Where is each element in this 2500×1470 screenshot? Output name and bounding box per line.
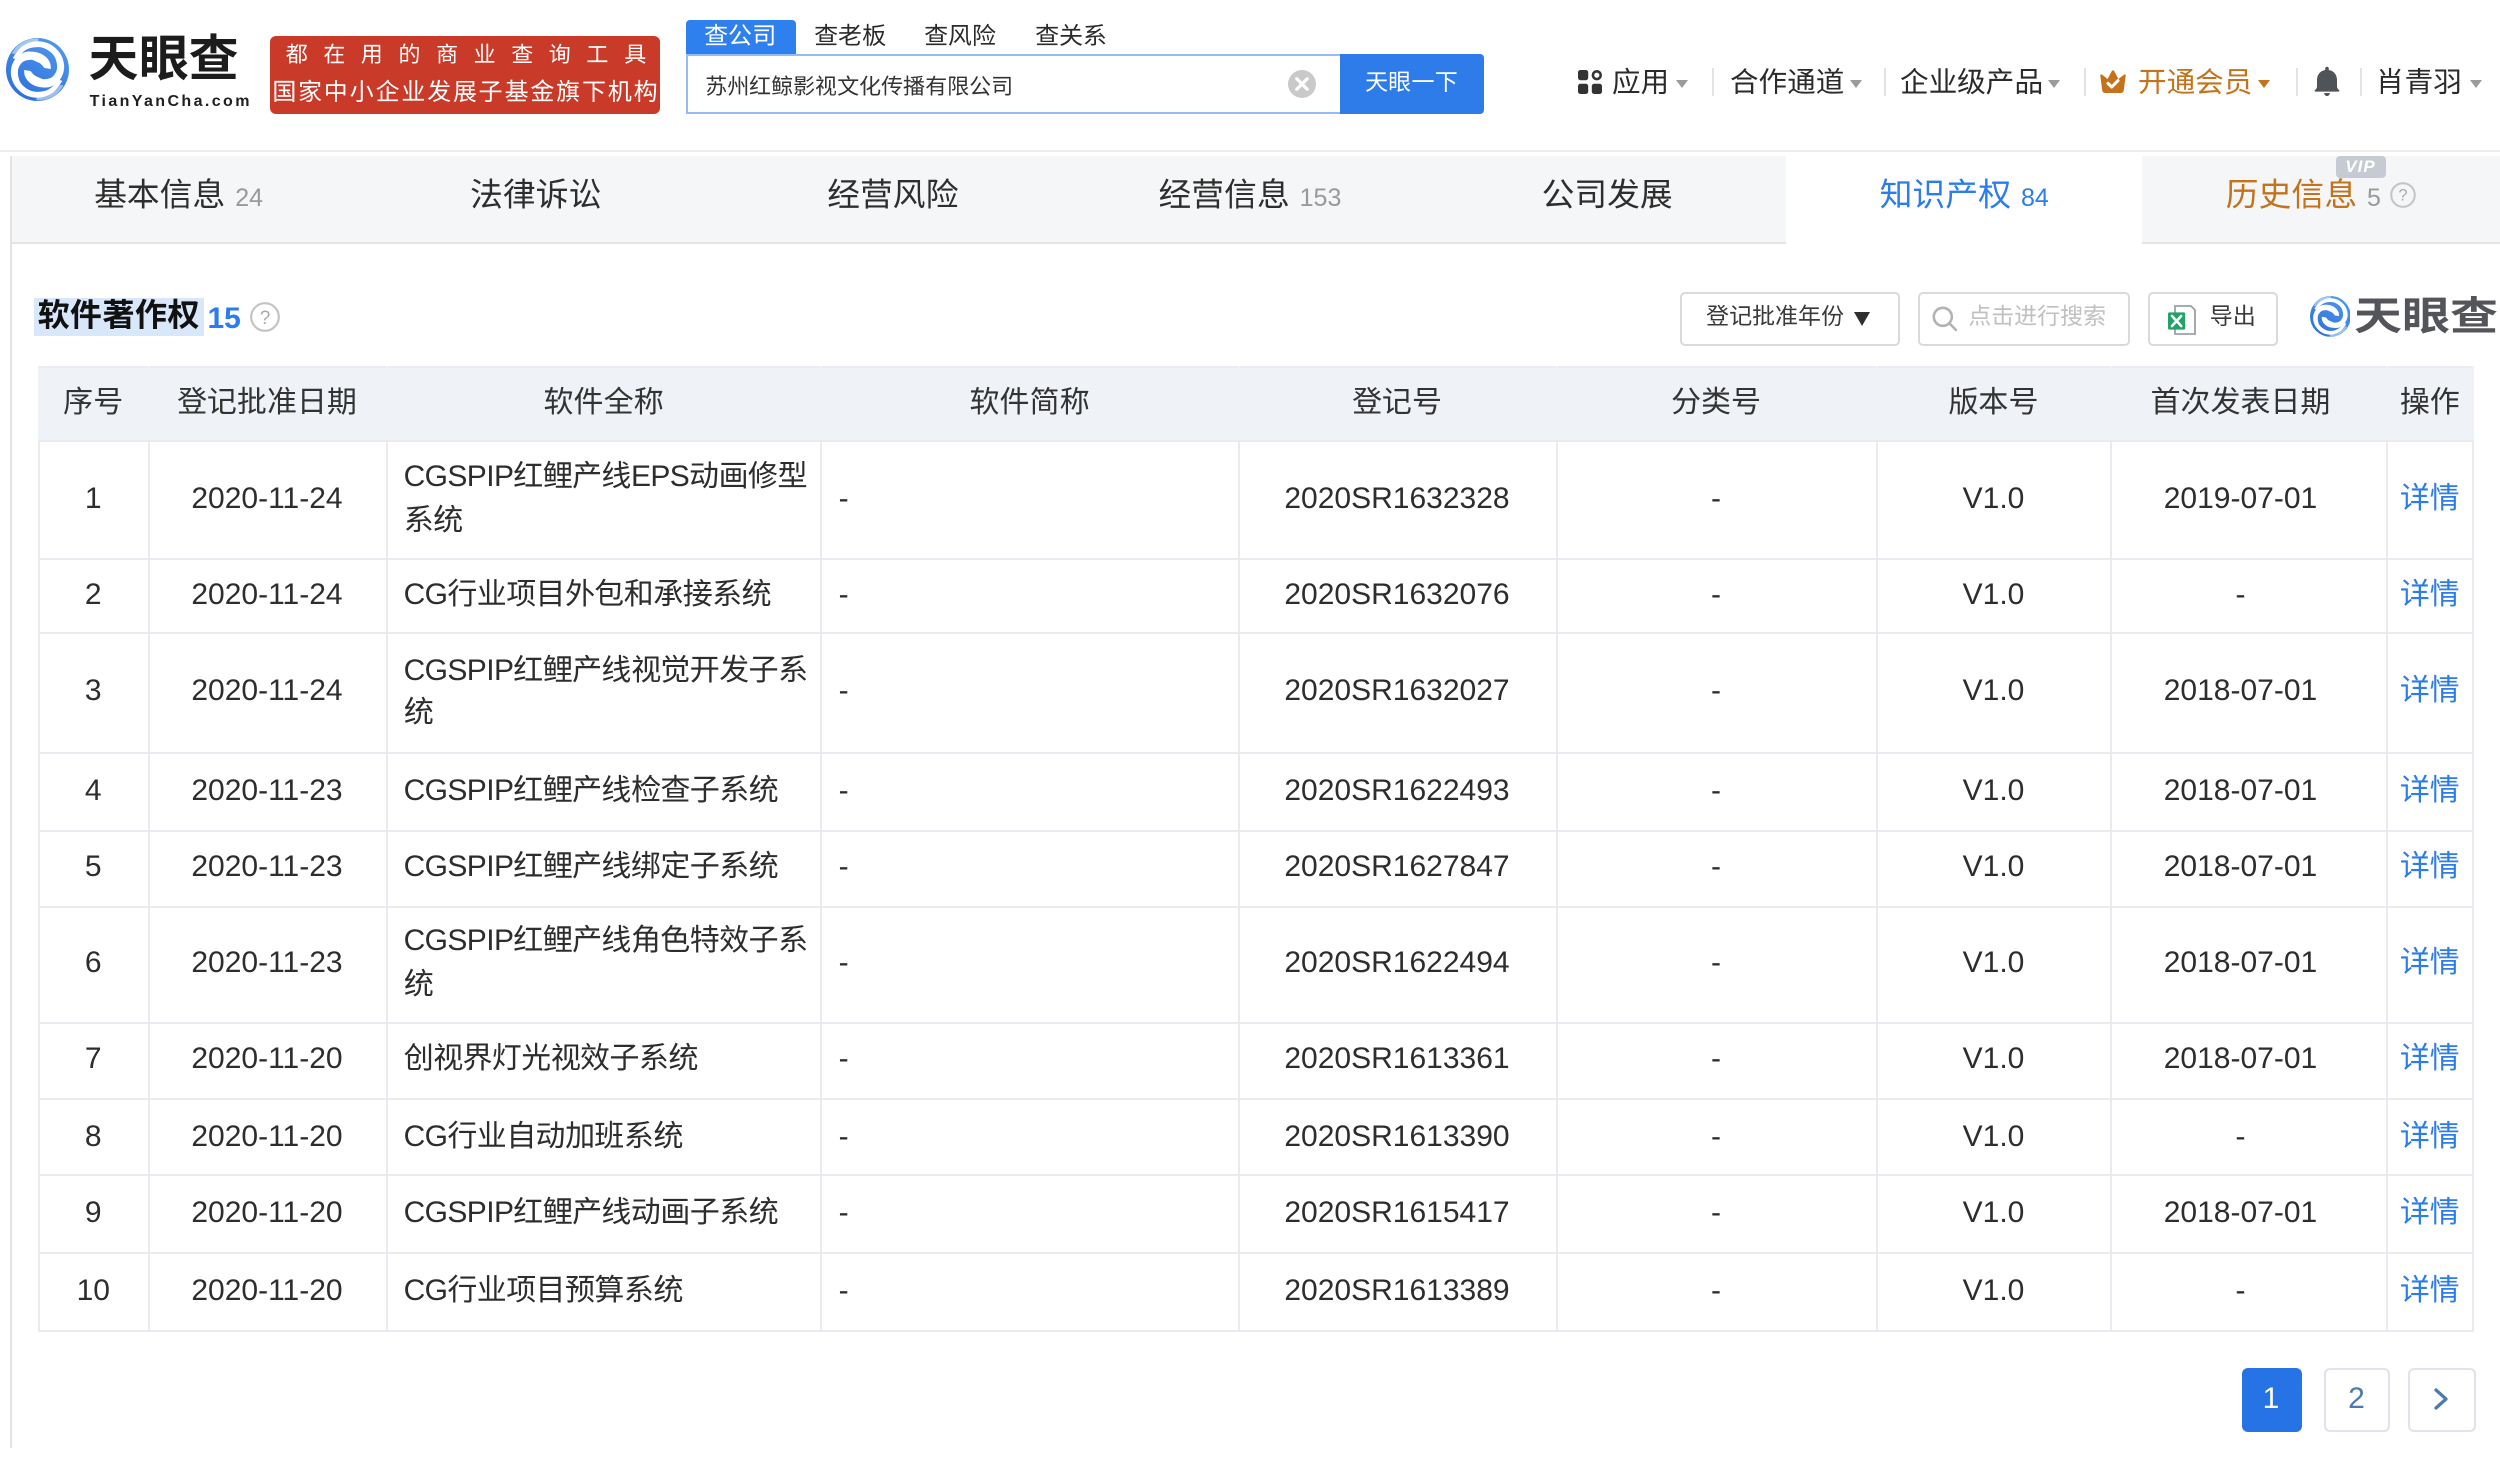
svg-text:?: ? <box>2399 187 2408 205</box>
svg-text:?: ? <box>260 308 271 329</box>
